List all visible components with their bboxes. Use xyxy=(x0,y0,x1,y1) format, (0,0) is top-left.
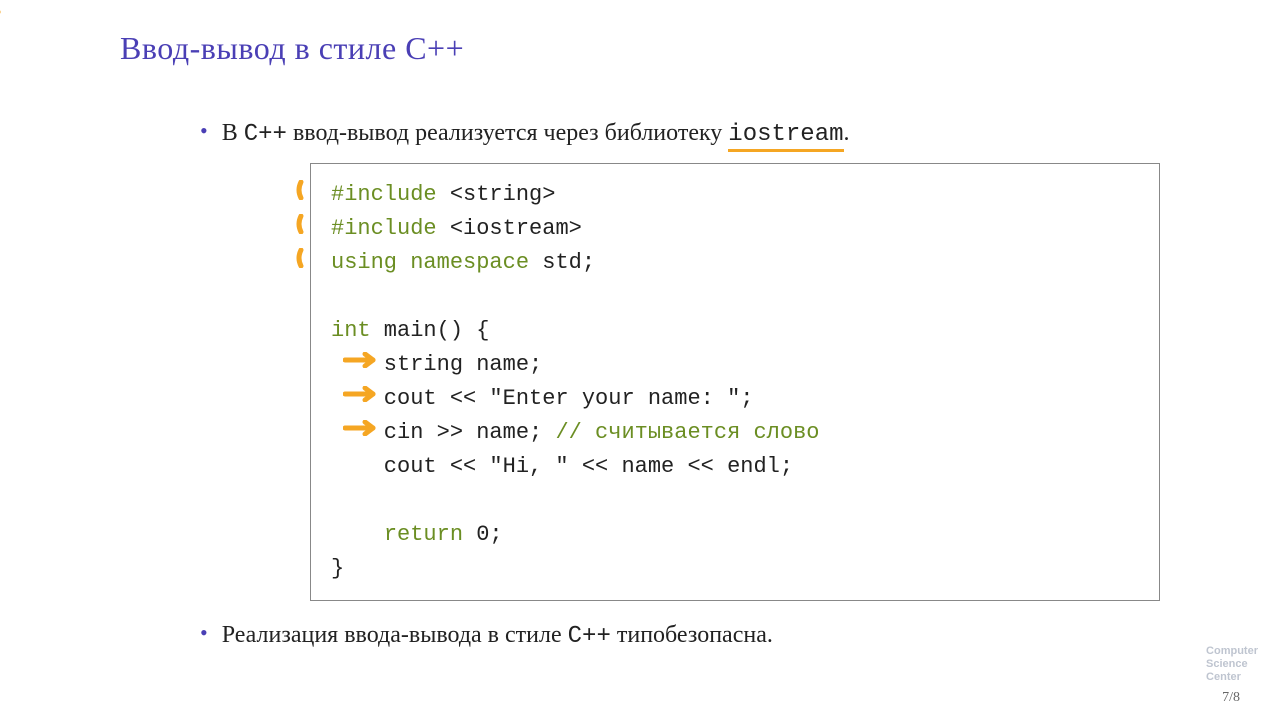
iostream-underline: iostream xyxy=(728,121,843,152)
code-block: #include <string> #include <iostream> us… xyxy=(310,163,1160,601)
annotation-tick-line2 xyxy=(293,214,309,234)
page-number: 7/8 xyxy=(1222,690,1240,706)
bullet-text-2: Реализация ввода-вывода в стиле C++ типо… xyxy=(222,619,773,653)
page-title: Ввод-вывод в стиле C++ xyxy=(120,30,1160,67)
bullet-item-2: • Реализация ввода-вывода в стиле C++ ти… xyxy=(200,619,1160,653)
annotation-arrow-bullet1 xyxy=(0,0,6,34)
annotation-tick-line1 xyxy=(293,180,309,200)
annotation-tick-line3 xyxy=(293,248,309,268)
bullet-dot-icon: • xyxy=(200,619,208,647)
logo-csc: Computer Science Center xyxy=(1206,645,1258,684)
bullet-dot-icon: • xyxy=(200,117,208,145)
bullet-text-1: В C++ ввод-вывод реализуется через библи… xyxy=(222,117,850,151)
bullet-item-1: • В C++ ввод-вывод реализуется через биб… xyxy=(200,117,1160,151)
